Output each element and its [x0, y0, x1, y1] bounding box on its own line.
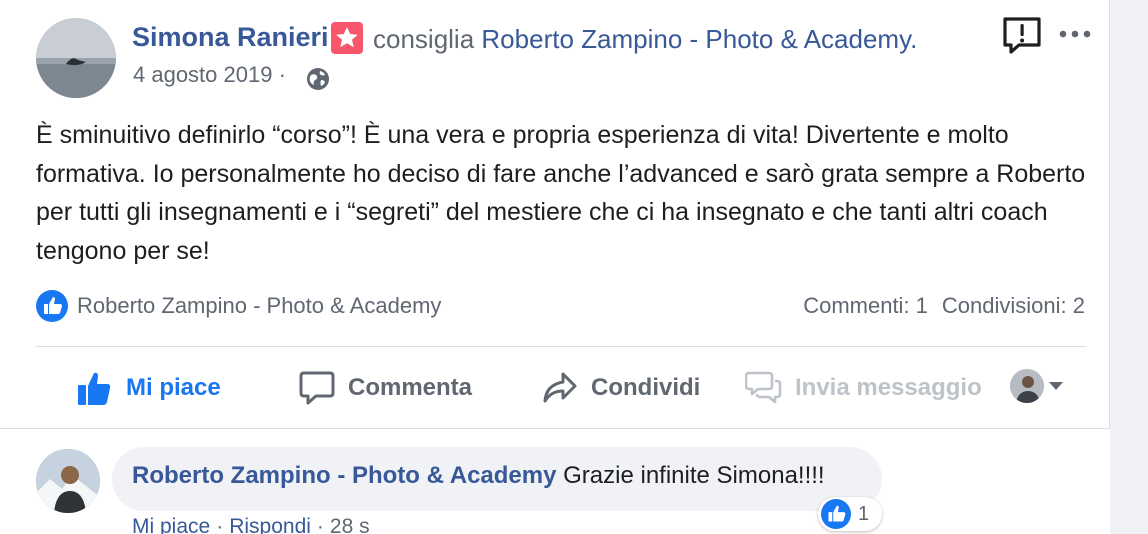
- message-icon: [745, 371, 782, 404]
- reaction-count: 1: [858, 502, 870, 525]
- comment-button[interactable]: Commenta: [298, 366, 472, 410]
- comment-like-link[interactable]: Mi piace: [132, 515, 210, 534]
- post-meta: 4 agosto 2019 ·: [133, 62, 286, 88]
- share-button[interactable]: Condividi: [541, 366, 700, 410]
- commenter-avatar[interactable]: [36, 449, 100, 513]
- comment-timestamp[interactable]: 28 s: [330, 515, 370, 534]
- report-icon[interactable]: [1000, 14, 1044, 58]
- author-photo: [36, 18, 116, 98]
- chevron-down-icon: [1049, 382, 1063, 390]
- star-badge-icon: [331, 22, 363, 54]
- audience-selector[interactable]: [1010, 368, 1072, 404]
- action-separator: ·: [316, 515, 324, 534]
- globe-icon[interactable]: [305, 66, 331, 92]
- recommendation-line: consiglia Roberto Zampino - Photo & Acad…: [373, 24, 917, 55]
- post-date[interactable]: 4 agosto 2019: [133, 62, 272, 87]
- recommended-page-link[interactable]: Roberto Zampino - Photo & Academy: [481, 24, 910, 54]
- comment-button-label: Commenta: [348, 374, 473, 401]
- share-icon: [543, 372, 577, 403]
- shares-count[interactable]: Condivisioni: 2: [942, 293, 1085, 318]
- post-card: Simona Ranieri consiglia Roberto Zampino…: [0, 0, 1110, 534]
- liker-name[interactable]: Roberto Zampino - Photo & Academy: [77, 293, 441, 319]
- share-button-label: Condividi: [591, 374, 701, 401]
- send-message-label: Invia messaggio: [795, 374, 982, 401]
- comment-icon: [299, 371, 335, 405]
- comment-reaction-badge[interactable]: 1: [818, 497, 882, 531]
- recommended-page-suffix: .: [910, 24, 918, 54]
- engagement-counts: Commenti: 1 Condivisioni: 2: [803, 293, 1085, 319]
- actions-divider: [36, 346, 1086, 347]
- more-icon[interactable]: [1056, 22, 1094, 46]
- commenter-photo: [36, 449, 100, 513]
- selector-avatar: [1010, 369, 1044, 403]
- action-separator: ·: [216, 515, 224, 534]
- like-reaction-icon: [821, 499, 851, 529]
- comment-bubble: Roberto Zampino - Photo & Academy Grazie…: [112, 447, 882, 511]
- send-message-button[interactable]: Invia messaggio: [745, 366, 982, 410]
- post-body-text: È sminuitivo definirlo “corso”! È una ve…: [36, 121, 1086, 265]
- like-button[interactable]: Mi piace: [76, 366, 221, 410]
- recommends-verb: consiglia: [373, 24, 475, 54]
- comment-author[interactable]: Roberto Zampino - Photo & Academy: [132, 462, 556, 489]
- post-author-name[interactable]: Simona Ranieri: [132, 22, 329, 53]
- comment-reply-link[interactable]: Rispondi: [229, 515, 311, 534]
- comment-actions: Mi piace · Rispondi · 28 s: [132, 515, 370, 534]
- author-avatar[interactable]: [36, 18, 116, 98]
- like-reaction-icon: [36, 290, 68, 322]
- comment-text: Grazie infinite Simona!!!!: [563, 462, 825, 489]
- comments-section: Roberto Zampino - Photo & Academy Grazie…: [0, 428, 1110, 534]
- thumbs-up-icon: [78, 372, 111, 405]
- meta-separator: ·: [278, 62, 286, 87]
- comments-count[interactable]: Commenti: 1: [803, 293, 928, 318]
- like-button-label: Mi piace: [126, 374, 221, 401]
